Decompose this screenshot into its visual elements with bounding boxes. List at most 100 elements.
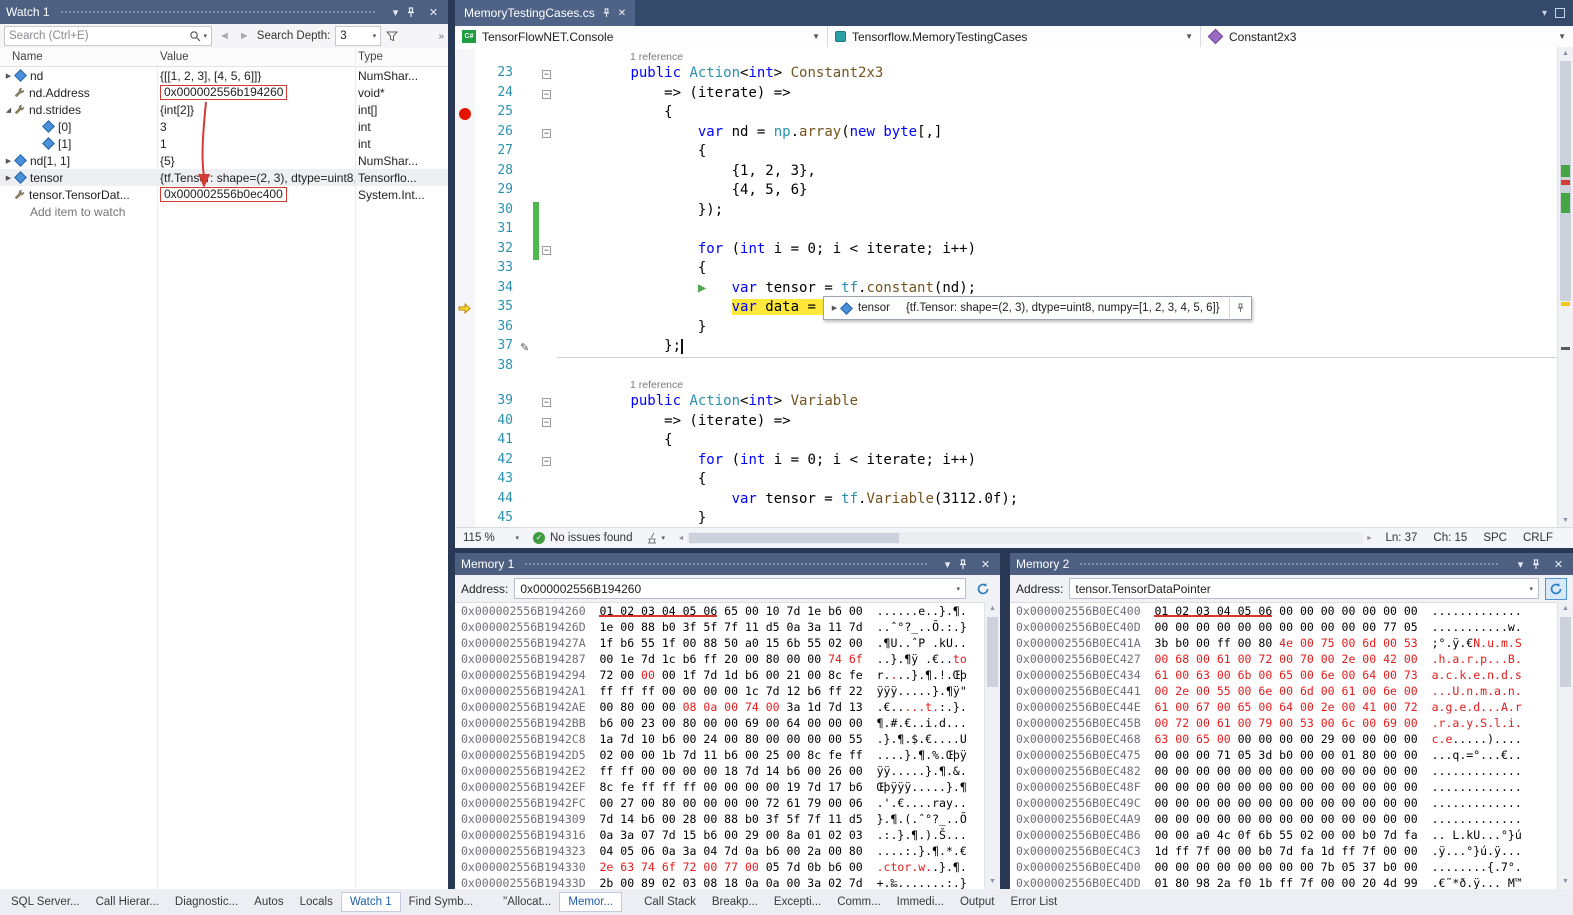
expander-icon[interactable]: ▶ (3, 174, 14, 182)
tool-window-tab[interactable]: Diagnostic... (167, 893, 246, 911)
window-layout-icon[interactable] (1555, 8, 1565, 18)
memory-row[interactable]: 0x000002556B1942C8 1a 7d 10 b6 00 24 00 … (455, 732, 985, 748)
fold-toggle[interactable]: − (542, 90, 551, 99)
type-dropdown[interactable]: Tensorflow.MemoryTestingCases ▼ (828, 26, 1201, 47)
watch-row[interactable]: ▶tensor{tf.Tensor: shape=(2, 3), dtype=u… (0, 169, 448, 186)
address-input[interactable]: tensor.TensorDataPointer ▾ (1069, 578, 1539, 599)
tool-window-tab[interactable]: Breakp... (704, 893, 766, 911)
code-line[interactable]: 27 { (455, 143, 1558, 163)
memory-row[interactable]: 0x000002556B0EC4D0 00 00 00 00 00 00 00 … (1010, 860, 1558, 876)
memory-row[interactable]: 0x000002556B194323 04 05 06 0a 3a 04 7d … (455, 844, 985, 860)
hscroll-track[interactable] (687, 532, 1363, 544)
breakpoint-margin[interactable] (455, 338, 475, 358)
watch-row[interactable]: ▶nd{[[1, 2, 3], [4, 5, 6]]}NumShar... (0, 67, 448, 84)
memory-row[interactable]: 0x000002556B0EC427 00 68 00 61 00 72 00 … (1010, 652, 1558, 668)
filter-icon[interactable] (386, 31, 398, 42)
search-next-icon[interactable]: ► (237, 30, 252, 42)
breakpoint-margin[interactable] (455, 104, 475, 124)
memory-row[interactable]: 0x000002556B19433D 2b 00 89 02 03 08 18 … (455, 876, 985, 889)
breakpoint-glyph[interactable] (459, 108, 471, 120)
code-line[interactable]: 32− for (int i = 0; i < iterate; i++) (455, 241, 1558, 261)
memory-row[interactable]: 0x000002556B0EC468 63 00 65 00 00 00 00 … (1010, 732, 1558, 748)
code-line[interactable]: 29 {4, 5, 6} (455, 182, 1558, 202)
codelens-row[interactable]: 1 reference (455, 49, 1558, 65)
titlebar-grip[interactable] (524, 562, 927, 567)
tool-window-tab[interactable]: Watch 1 (341, 892, 401, 912)
memory-row[interactable]: 0x000002556B194294 72 00 00 00 1f 7d 1d … (455, 668, 985, 684)
breakpoint-margin[interactable] (455, 358, 475, 378)
memory-row[interactable]: 0x000002556B0EC4C3 1d ff 7f 00 00 b0 7d … (1010, 844, 1558, 860)
fold-toggle[interactable]: − (542, 70, 551, 79)
tool-window-tab[interactable]: Output (952, 893, 1003, 911)
code-editor[interactable]: 1 reference23− public Action<int> Consta… (455, 47, 1558, 528)
search-depth-select[interactable]: 3 ▾ (335, 26, 381, 46)
code-line[interactable]: 26− var nd = np.array(new byte[,] (455, 124, 1558, 144)
memory-row[interactable]: 0x000002556B194260 01 02 03 04 05 06 65 … (455, 604, 985, 620)
memory-row[interactable]: 0x000002556B1942EF 8c fe ff ff ff 00 00 … (455, 780, 985, 796)
breakpoint-margin[interactable] (455, 49, 475, 65)
breakpoint-margin[interactable] (455, 471, 475, 491)
fold-toggle[interactable]: − (542, 246, 551, 255)
breakpoint-margin[interactable] (455, 163, 475, 183)
memory-row[interactable]: 0x000002556B1942D5 02 00 00 1b 7d 11 b6 … (455, 748, 985, 764)
code-line[interactable]: 41 { (455, 432, 1558, 452)
memory1-rows[interactable]: 0x000002556B194260 01 02 03 04 05 06 65 … (455, 602, 985, 889)
zoom-select[interactable]: 115 % ▾ (459, 532, 523, 544)
memory-row[interactable]: 0x000002556B0EC4A9 00 00 00 00 00 00 00 … (1010, 812, 1558, 828)
column-header-value[interactable]: Value (157, 48, 355, 66)
memory2-rows[interactable]: 0x000002556B0EC400 01 02 03 04 05 06 00 … (1010, 602, 1558, 889)
watch-row[interactable]: nd.Address0x000002556b194260void* (0, 84, 448, 101)
tool-window-tab[interactable]: Call Stack (636, 893, 704, 911)
scroll-left-icon[interactable]: ◄ (675, 535, 687, 542)
memory-row[interactable]: 0x000002556B0EC475 00 00 00 71 05 3d b0 … (1010, 748, 1558, 764)
close-icon[interactable]: ✕ (977, 558, 994, 571)
codelens-references[interactable]: 1 reference (557, 377, 683, 393)
titlebar-grip[interactable] (60, 10, 375, 15)
scrollbar-thumb[interactable] (987, 617, 998, 687)
scroll-down-icon[interactable]: ▼ (1558, 514, 1573, 528)
scroll-down-icon[interactable]: ▼ (985, 875, 1000, 889)
breakpoint-margin[interactable] (455, 377, 475, 393)
breakpoint-margin[interactable] (455, 280, 475, 300)
hscroll-thumb[interactable] (689, 533, 899, 543)
memory-row[interactable]: 0x000002556B19427A 1f b6 55 1f 00 88 50 … (455, 636, 985, 652)
breakpoint-margin[interactable] (455, 319, 475, 339)
titlebar-grip[interactable] (1079, 562, 1500, 567)
memory-row[interactable]: 0x000002556B1942E2 ff ff 00 00 00 00 18 … (455, 764, 985, 780)
search-prev-icon[interactable]: ◄ (217, 30, 232, 42)
memory-row[interactable]: 0x000002556B194309 7d 14 b6 00 28 00 88 … (455, 812, 985, 828)
scroll-up-icon[interactable]: ▲ (1558, 602, 1573, 616)
breakpoint-margin[interactable] (455, 299, 475, 319)
memory-row[interactable]: 0x000002556B0EC44E 61 00 67 00 65 00 64 … (1010, 700, 1558, 716)
health-label[interactable]: No issues found (550, 532, 632, 544)
project-dropdown[interactable]: C# TensorFlowNET.Console ▼ (455, 26, 828, 47)
watch-row[interactable]: [1]1int (0, 135, 448, 152)
toolbar-overflow-icon[interactable]: » (438, 31, 444, 42)
scroll-down-icon[interactable]: ▼ (1558, 875, 1573, 889)
memory-row[interactable]: 0x000002556B194287 00 1e 7d 1c b6 ff 20 … (455, 652, 985, 668)
breakpoint-margin[interactable] (455, 182, 475, 202)
add-watch-row[interactable]: Add item to watch (0, 203, 448, 220)
memory-row[interactable]: 0x000002556B1942BB b6 00 23 00 80 00 00 … (455, 716, 985, 732)
memory-row[interactable]: 0x000002556B0EC45B 00 72 00 61 00 79 00 … (1010, 716, 1558, 732)
memory-row[interactable]: 0x000002556B1942A1 ff ff ff 00 00 00 00 … (455, 684, 985, 700)
scroll-up-icon[interactable]: ▲ (1558, 47, 1573, 61)
fold-toggle[interactable]: − (542, 418, 551, 427)
memory-row[interactable]: 0x000002556B0EC400 01 02 03 04 05 06 00 … (1010, 604, 1558, 620)
code-line[interactable]: 31 (455, 221, 1558, 241)
memory-row[interactable]: 0x000002556B0EC40D 00 00 00 00 00 00 00 … (1010, 620, 1558, 636)
tool-window-tab[interactable]: Immedi... (889, 893, 952, 911)
expander-icon[interactable]: ◢ (3, 106, 14, 114)
datatip[interactable]: ▶ tensor {tf.Tensor: shape=(2, 3), dtype… (823, 296, 1252, 320)
close-icon[interactable]: ✕ (618, 8, 626, 19)
pin-icon[interactable] (406, 7, 423, 18)
breakpoint-margin[interactable] (455, 241, 475, 261)
breakpoint-margin[interactable] (455, 85, 475, 105)
expander-icon[interactable]: ▶ (3, 157, 14, 165)
datatip-pin-button[interactable] (1229, 298, 1251, 318)
tool-window-tab[interactable]: Comm... (829, 893, 888, 911)
fold-toggle[interactable]: − (542, 457, 551, 466)
code-line[interactable]: 25 { (455, 104, 1558, 124)
breakpoint-margin[interactable] (455, 510, 475, 528)
pin-icon[interactable] (1531, 559, 1548, 570)
